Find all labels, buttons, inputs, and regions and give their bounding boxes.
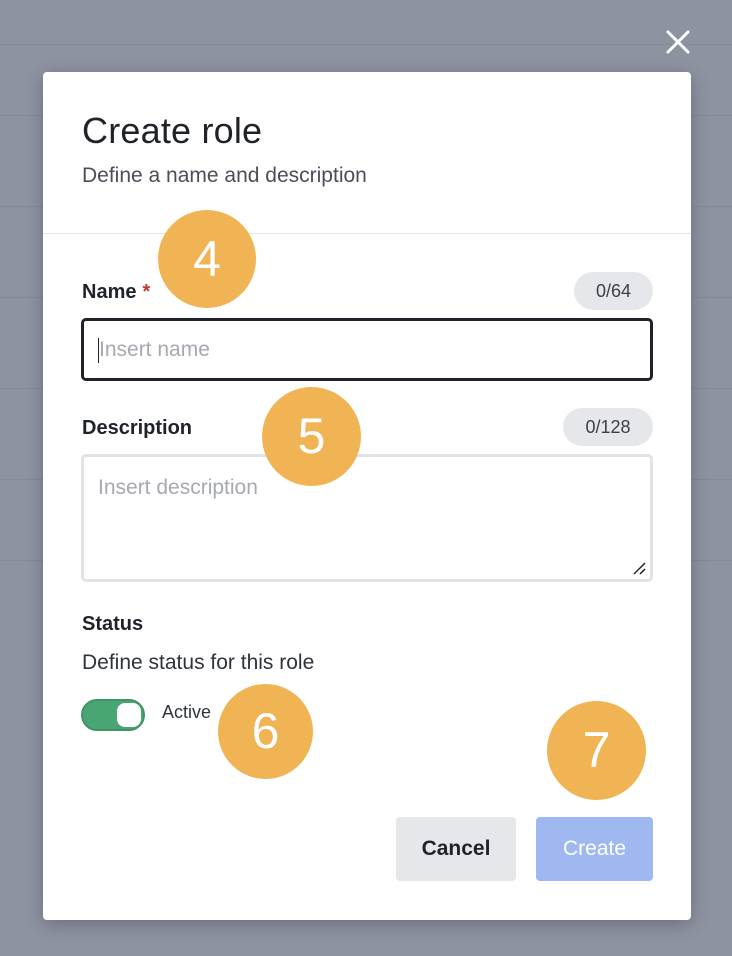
name-label-text: Name: [82, 281, 137, 303]
status-description: Define status for this role: [82, 651, 315, 674]
resize-handle-icon[interactable]: [632, 561, 646, 575]
description-textarea[interactable]: Insert description: [81, 454, 653, 582]
step-badge: 5: [262, 387, 361, 486]
description-label: Description: [82, 417, 193, 439]
close-modal-button[interactable]: [663, 27, 693, 57]
toggle-label: Active: [162, 702, 212, 722]
step-badge: 4: [158, 210, 256, 308]
description-char-counter: 0/128: [563, 408, 653, 446]
status-label: Status: [82, 613, 144, 635]
step-badge: 6: [218, 684, 313, 779]
backdrop-divider: [0, 44, 732, 45]
header-divider: [43, 233, 691, 234]
create-button[interactable]: Create: [536, 817, 653, 881]
modal-title: Create role: [82, 110, 263, 151]
step-badge: 7: [547, 701, 646, 800]
name-input[interactable]: Insert name: [81, 318, 653, 381]
modal-subtitle: Define a name and description: [82, 164, 367, 187]
name-placeholder: Insert name: [99, 338, 210, 361]
close-icon: [666, 30, 690, 54]
cancel-button[interactable]: Cancel: [396, 817, 516, 881]
status-toggle[interactable]: [81, 699, 145, 731]
required-indicator: *: [142, 281, 151, 303]
description-placeholder: Insert description: [98, 476, 258, 499]
toggle-knob: [117, 703, 141, 727]
name-label: Name *: [82, 281, 150, 304]
name-char-counter: 0/64: [574, 272, 653, 310]
